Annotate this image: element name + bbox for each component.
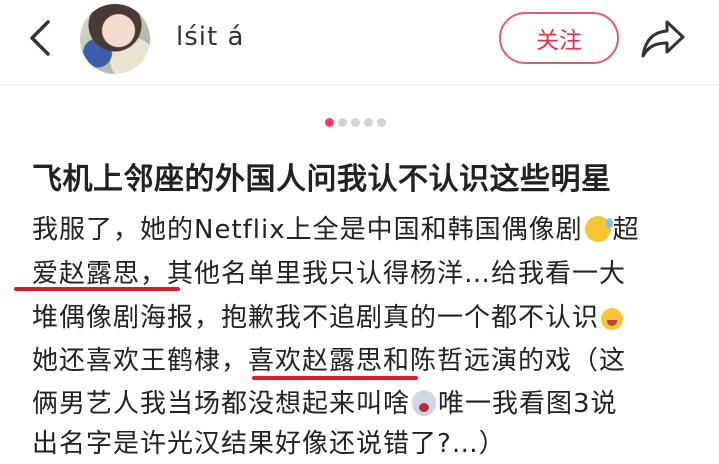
post-line-text: 她还喜欢王鹤棣，喜欢赵露思和陈哲远演的戏（这: [32, 346, 627, 376]
carousel-dot-active[interactable]: [325, 118, 334, 127]
carousel-indicator: [325, 118, 386, 128]
post-line: 我服了，她的Netflix上全是中国和韩国偶像剧超: [32, 210, 640, 250]
follow-button[interactable]: 关注: [499, 12, 619, 64]
highlight-underline: [14, 287, 180, 291]
back-arrow-icon[interactable]: [24, 18, 58, 58]
header-divider: [0, 84, 719, 85]
crying-icon: [601, 308, 624, 330]
scream-icon: [412, 390, 437, 416]
post-line-text: 俩男艺人我当场都没想起来叫啥: [32, 389, 411, 419]
post-line: 俩男艺人我当场都没想起来叫啥 唯一我看图3说: [32, 384, 618, 424]
avatar[interactable]: [80, 4, 150, 74]
post-line-text: 堆偶像剧海报，抱歉我不追剧真的一个都不认识: [32, 303, 600, 333]
post-line: 她还喜欢王鹤棣，喜欢赵露思和陈哲远演的戏（这: [32, 341, 626, 381]
post-title: 飞机上邻座的外国人问我认不认识这些明星: [32, 162, 612, 197]
carousel-dot[interactable]: [377, 118, 386, 127]
post-line: 出名字是许光汉结果好像还说错了?…）: [32, 424, 506, 464]
post-line-text: 出名字是许光汉结果好像还说错了?…）: [32, 429, 506, 459]
share-icon[interactable]: [639, 16, 687, 60]
post-line-text: 爱赵露思，其他名单里我只认得杨洋…给我看一大: [32, 259, 627, 289]
carousel-dot[interactable]: [364, 118, 373, 127]
post-line-text: 我服了，她的Netflix上全是中国和韩国偶像剧: [32, 215, 583, 245]
post-line: 堆偶像剧海报，抱歉我不追剧真的一个都不认识: [32, 298, 625, 338]
carousel-dot[interactable]: [338, 118, 347, 127]
carousel-dot[interactable]: [351, 118, 360, 127]
post-header: lśit á 关注: [0, 0, 719, 84]
sweat-smile-icon: [584, 216, 613, 242]
post-line-text: 唯一我看图3说: [438, 389, 618, 419]
post-line-text: 超: [612, 215, 640, 245]
highlight-underline: [252, 376, 418, 380]
author-name[interactable]: lśit á: [176, 22, 244, 52]
